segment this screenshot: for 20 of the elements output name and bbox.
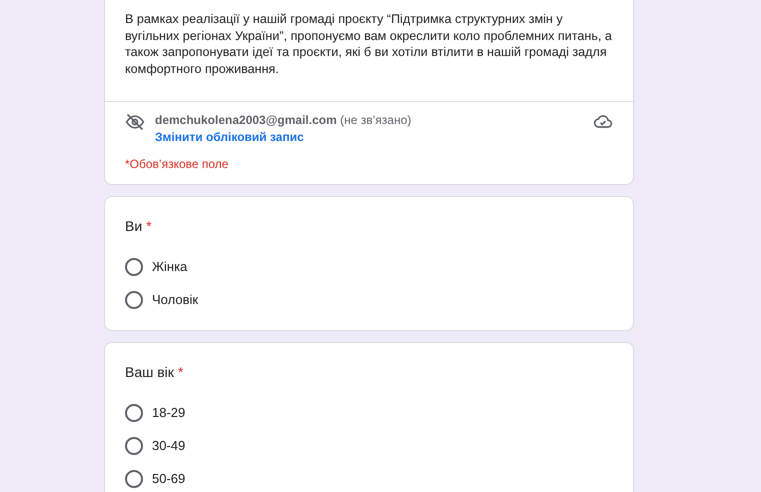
- required-mark: *: [146, 218, 152, 234]
- option-label: 18-29: [152, 405, 186, 420]
- eye-off-icon: [125, 112, 145, 132]
- radio-button[interactable]: [125, 258, 143, 276]
- radio-button[interactable]: [125, 436, 143, 455]
- option-label: 50-69: [152, 471, 186, 486]
- account-email: demchukolena2003@gmail.com: [155, 113, 337, 128]
- radio-button[interactable]: [125, 290, 143, 309]
- radio-button[interactable]: [125, 404, 143, 422]
- required-mark: *: [178, 364, 184, 380]
- question-title: Ваш вік: [125, 364, 174, 380]
- switch-account-link[interactable]: Змінити обліковий запис: [155, 129, 304, 146]
- option-label: Чоловік: [152, 292, 198, 308]
- option-label: 30-49: [152, 438, 186, 454]
- required-note: *Обов’язкове поле: [125, 157, 228, 172]
- question-title: Ви: [125, 218, 142, 234]
- radio-button[interactable]: [125, 470, 143, 488]
- account-status: (не зв’язано): [340, 113, 412, 128]
- form-description: В рамках реалізації у нашій громаді проєкту “Підтримка структурних змін у вугільних регіонах України”, пропонуємо вам окреслити коло проблемних питань, а також запропонувати ідеї та проєкти, які б ви хотіли втілити в нашій громаді задля комфортного проживання.: [124, 11, 613, 78]
- option-label: Жінка: [152, 259, 188, 274]
